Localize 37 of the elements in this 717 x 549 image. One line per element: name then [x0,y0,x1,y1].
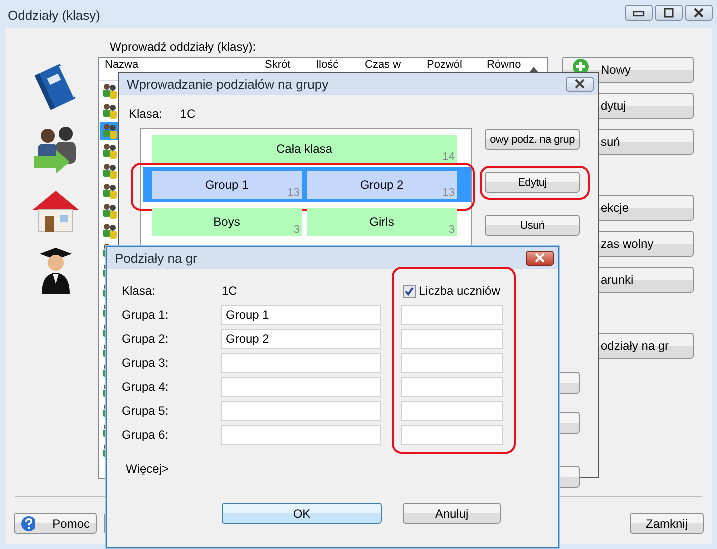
dialog-title: Podziały na gr [115,250,198,266]
column-header[interactable]: Ilość [316,59,339,72]
group-label: Grupa 1: [122,307,170,324]
group-cell[interactable]: Cała klasa 14 [152,135,457,163]
dialog-button[interactable]: owy podz. na grup [485,129,580,150]
dialog-button[interactable]: Edytuj [485,172,580,193]
group-label: Grupa 3: [122,355,170,372]
class-value: 1C [180,107,196,121]
dialog-button[interactable]: Usuń [485,215,580,236]
column-header[interactable]: Nazwa [105,59,139,72]
group-label: Grupa 2: [122,331,170,348]
dialog-button[interactable]: Anuluj [403,503,501,524]
column-header[interactable]: Równo [487,59,522,72]
column-header[interactable]: Czas w [365,59,402,72]
class-label: Klasa: [122,283,156,300]
class-value: 1C [221,284,238,298]
column-header[interactable]: Skrót [265,59,291,72]
checkbox-label: Liczba uczniów [419,284,500,298]
class-label: Klasa: [129,107,162,121]
group-cell[interactable]: Boys 3 [152,208,302,236]
group-cell[interactable]: Group 1 13 [152,171,302,199]
selection-band[interactable]: Group 1 13 Group 2 13 [143,167,471,202]
group-label: Grupa 6: [122,427,170,444]
group-label: Grupa 5: [122,403,170,420]
dialog-button[interactable]: OK [222,503,382,524]
window-title: Oddziały (klasy) [8,8,100,22]
group-name-field[interactable]: Group 1 [221,305,381,325]
list-label: Wprowadź oddziały (klasy): [110,40,256,54]
column-header[interactable]: Pozwól [427,59,462,72]
dialog-title: Wprowadzanie podziałów na grupy [127,76,329,92]
footer-button[interactable]: Zamknij [630,513,704,534]
footer-button[interactable]: Pomoc [14,513,97,534]
group-label: Grupa 4: [122,379,170,396]
more-link[interactable]: Więcej> [126,462,170,476]
group-cell[interactable]: Group 2 13 [307,171,457,199]
group-cell[interactable]: Girls 3 [307,208,457,236]
group-name-field[interactable]: Group 2 [221,329,381,349]
